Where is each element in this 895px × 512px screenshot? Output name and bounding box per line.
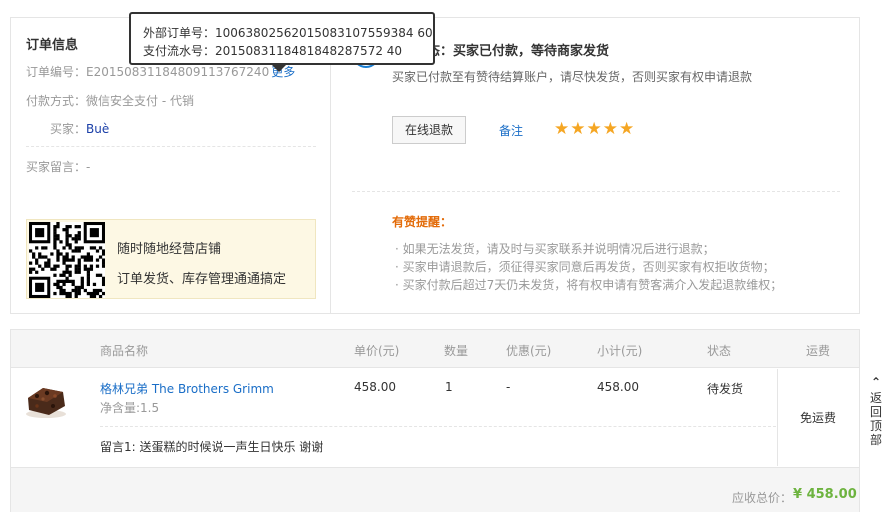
product-name-link[interactable]: 格林兄弟 The Brothers Grimm bbox=[100, 380, 274, 397]
row-divider bbox=[100, 426, 776, 427]
payment-method-value: 微信安全支付 - 代销 bbox=[86, 94, 194, 108]
product-spec: 净含量:1.5 bbox=[100, 401, 160, 415]
online-refund-button[interactable]: 在线退款 bbox=[392, 116, 466, 144]
buyer-message-label: 买家留言： bbox=[26, 160, 87, 174]
order-status-description: 买家已付款至有赞待结算账户，请尽快发货，否则买家有权申请退款 bbox=[392, 70, 753, 84]
header-unit-price: 单价(元) bbox=[354, 344, 400, 358]
header-quantity: 数量 bbox=[444, 344, 469, 358]
promo-line-1: 随时随地经营店铺 bbox=[117, 242, 222, 257]
note-link[interactable]: 备注 bbox=[499, 122, 523, 139]
order-card: 订单信息 订单编号：E20150831184809113767240 更多 付款方… bbox=[10, 12, 860, 314]
header-discount: 优惠(元) bbox=[506, 344, 552, 358]
product-thumbnail[interactable] bbox=[23, 382, 69, 420]
buyer-label: 买家： bbox=[50, 122, 87, 136]
buyer-message-row: 买家留言：- bbox=[26, 158, 90, 175]
header-product-name: 商品名称 bbox=[100, 344, 149, 358]
outer-order-number: 外部订单号：10063802562015083107559384 60 bbox=[143, 26, 433, 40]
back-to-top-button[interactable]: ⌃ 返回顶部 bbox=[866, 375, 886, 447]
chevron-up-icon: ⌃ bbox=[870, 375, 882, 389]
tip-item: · 买家付款后超过7天仍未发货，将有权申请有赞客满介入发起退款维权； bbox=[395, 278, 783, 292]
buyer-message-value: - bbox=[86, 160, 91, 174]
header-shipping: 运费 bbox=[806, 344, 831, 358]
buyer-name[interactable]: Buè bbox=[86, 122, 109, 136]
product-status: 待发货 bbox=[707, 382, 744, 396]
order-number-row: 订单编号：E20150831184809113767240 更多 bbox=[26, 63, 295, 80]
info-divider bbox=[26, 146, 316, 147]
promo-line-2: 订单发货、库存管理通通搞定 bbox=[117, 272, 287, 287]
buyer-row: 买家：Buè bbox=[50, 120, 109, 137]
order-number-label: 订单编号： bbox=[26, 65, 87, 79]
product-quantity: 1 bbox=[445, 380, 453, 394]
product-message: 留言1: 送蛋糕的时候说一声生日快乐 谢谢 bbox=[100, 440, 324, 454]
order-number-value: E20150831184809113767240 bbox=[86, 65, 270, 79]
product-table: 商品名称 单价(元) 数量 优惠(元) 小计(元) 状态 运费 格林兄弟 The… bbox=[10, 329, 860, 512]
header-subtotal: 小计(元) bbox=[597, 344, 643, 358]
tips-list: · 如果无法发货，请及时与买家联系并说明情况后进行退款； · 买家申请退款后，须… bbox=[395, 240, 782, 294]
payment-method-label: 付款方式： bbox=[26, 94, 87, 108]
tip-item: · 如果无法发货，请及时与买家联系并说明情况后进行退款； bbox=[395, 242, 715, 256]
total-label: 应收总价： bbox=[732, 491, 793, 505]
table-footer: 应收总价： ¥ 458.00 bbox=[11, 467, 859, 512]
table-header: 商品名称 单价(元) 数量 优惠(元) 小计(元) 状态 运费 bbox=[11, 330, 859, 368]
order-info-title: 订单信息 bbox=[26, 38, 79, 53]
order-detail-tooltip: 外部订单号：10063802562015083107559384 60 支付流水… bbox=[129, 12, 435, 72]
back-to-top-label: 返回顶部 bbox=[870, 391, 883, 447]
tips-title: 有赞提醒： bbox=[392, 215, 453, 229]
shipping-cell: 免运费 bbox=[777, 369, 859, 466]
tip-item: · 买家申请退款后，须征得买家同意后再发货，否则买家有权拒收货物； bbox=[395, 260, 775, 274]
tooltip-arrow bbox=[271, 64, 287, 72]
header-status: 状态 bbox=[707, 344, 732, 358]
total-value: ¥ 458.00 bbox=[793, 487, 857, 502]
star-rating[interactable]: ★★★★★ bbox=[554, 119, 635, 139]
product-discount: - bbox=[506, 380, 511, 394]
product-subtotal: 458.00 bbox=[597, 380, 639, 394]
app-promo-banner[interactable]: 随时随地经营店铺 订单发货、库存管理通通搞定 bbox=[26, 219, 316, 299]
payment-method-row: 付款方式：微信安全支付 - 代销 bbox=[26, 92, 194, 109]
product-unit-price: 458.00 bbox=[354, 380, 396, 394]
qr-code-icon bbox=[29, 222, 105, 298]
payment-flow-number: 支付流水号：2015083118481848287572 40 bbox=[143, 44, 403, 58]
status-divider bbox=[352, 191, 840, 192]
shipping-value: 免运费 bbox=[800, 411, 837, 425]
